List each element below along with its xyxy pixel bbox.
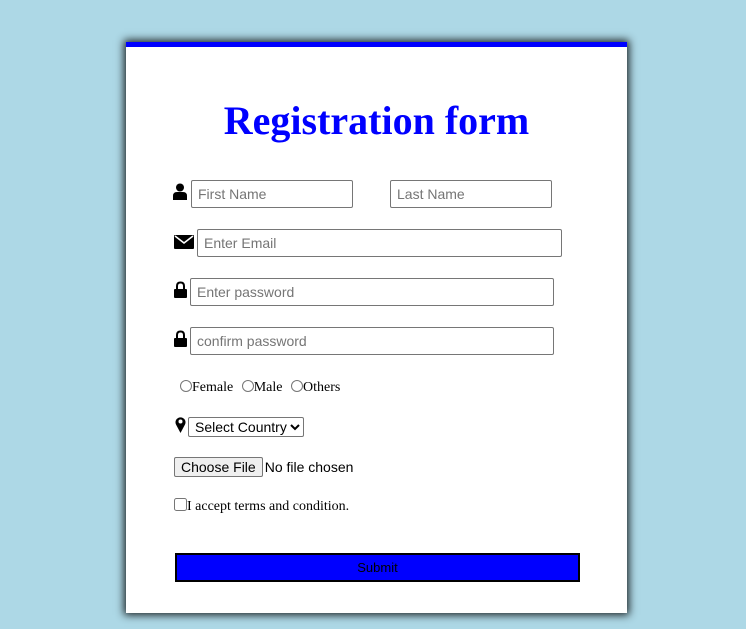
gender-group: Female Male Others xyxy=(179,380,344,396)
email-field[interactable] xyxy=(197,229,562,257)
submit-button[interactable]: Submit xyxy=(175,553,580,582)
password-field[interactable] xyxy=(190,278,554,306)
map-marker-icon xyxy=(175,416,186,433)
envelope-icon xyxy=(174,235,194,249)
gender-label-male: Male xyxy=(253,380,283,395)
first-name-field[interactable] xyxy=(191,180,353,208)
registration-card: Registration form Female Male Others Sel… xyxy=(126,42,627,613)
gender-option-female[interactable]: Female xyxy=(179,380,233,395)
choose-file-button[interactable]: Choose File xyxy=(174,457,263,477)
gender-radio-male[interactable] xyxy=(241,380,254,392)
last-name-field[interactable] xyxy=(390,180,552,208)
lock-icon xyxy=(174,330,187,347)
lock-icon xyxy=(174,281,187,298)
page-title: Registration form xyxy=(223,98,530,143)
file-status: No file chosen xyxy=(264,459,354,475)
gender-label-others: Others xyxy=(302,380,341,395)
terms-checkbox[interactable] xyxy=(174,498,187,511)
file-upload: Choose File No file chosen xyxy=(174,457,353,477)
terms-label: I accept terms and condition. xyxy=(187,499,350,514)
user-icon xyxy=(173,183,189,201)
terms-row: I accept terms and condition. xyxy=(174,498,349,515)
gender-label-female: Female xyxy=(192,380,234,395)
gender-radio-others[interactable] xyxy=(290,380,303,392)
gender-radio-female[interactable] xyxy=(180,380,192,392)
gender-option-others[interactable]: Others xyxy=(290,380,340,395)
gender-option-male[interactable]: Male xyxy=(241,380,283,395)
confirm-password-field[interactable] xyxy=(190,327,554,355)
country-select[interactable]: Select Country xyxy=(188,417,304,437)
